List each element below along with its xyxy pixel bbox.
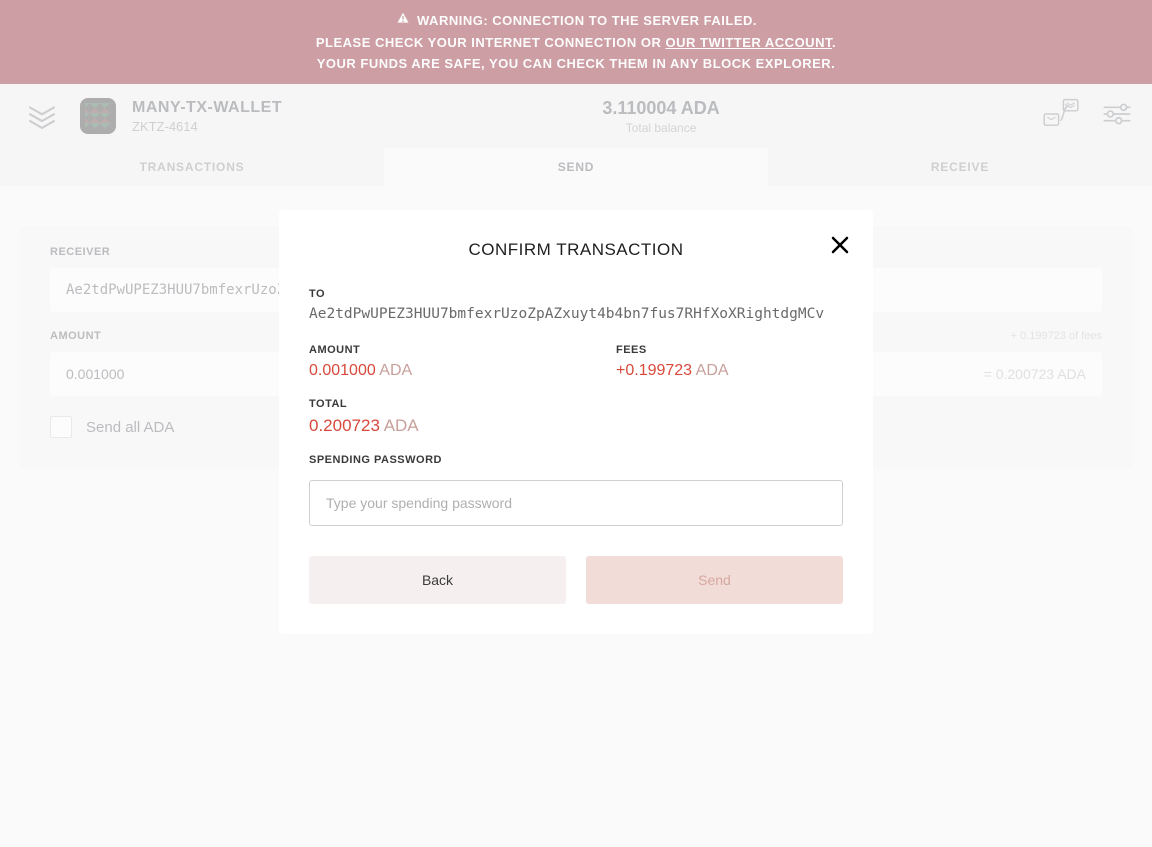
modal-amount-value: 0.001000 ADA — [309, 362, 536, 380]
send-button[interactable]: Send — [586, 556, 843, 604]
to-address: Ae2tdPwUPEZ3HUU7bmfexrUzoZpAZxuyt4b4bn7f… — [309, 306, 843, 322]
close-icon[interactable] — [831, 236, 849, 259]
confirm-transaction-modal: CONFIRM TRANSACTION TO Ae2tdPwUPEZ3HUU7b… — [279, 210, 873, 634]
modal-amount-label: AMOUNT — [309, 344, 536, 356]
modal-total-label: TOTAL — [309, 398, 843, 410]
to-label: TO — [309, 288, 843, 300]
modal-total-value: 0.200723 ADA — [309, 416, 843, 436]
back-button[interactable]: Back — [309, 556, 566, 604]
spending-password-input[interactable] — [309, 480, 843, 526]
modal-title: CONFIRM TRANSACTION — [309, 240, 843, 260]
modal-fees-label: FEES — [616, 344, 843, 356]
password-label: SPENDING PASSWORD — [309, 454, 843, 466]
modal-fees-value: +0.199723 ADA — [616, 362, 843, 380]
modal-overlay: CONFIRM TRANSACTION TO Ae2tdPwUPEZ3HUU7b… — [0, 0, 1152, 847]
